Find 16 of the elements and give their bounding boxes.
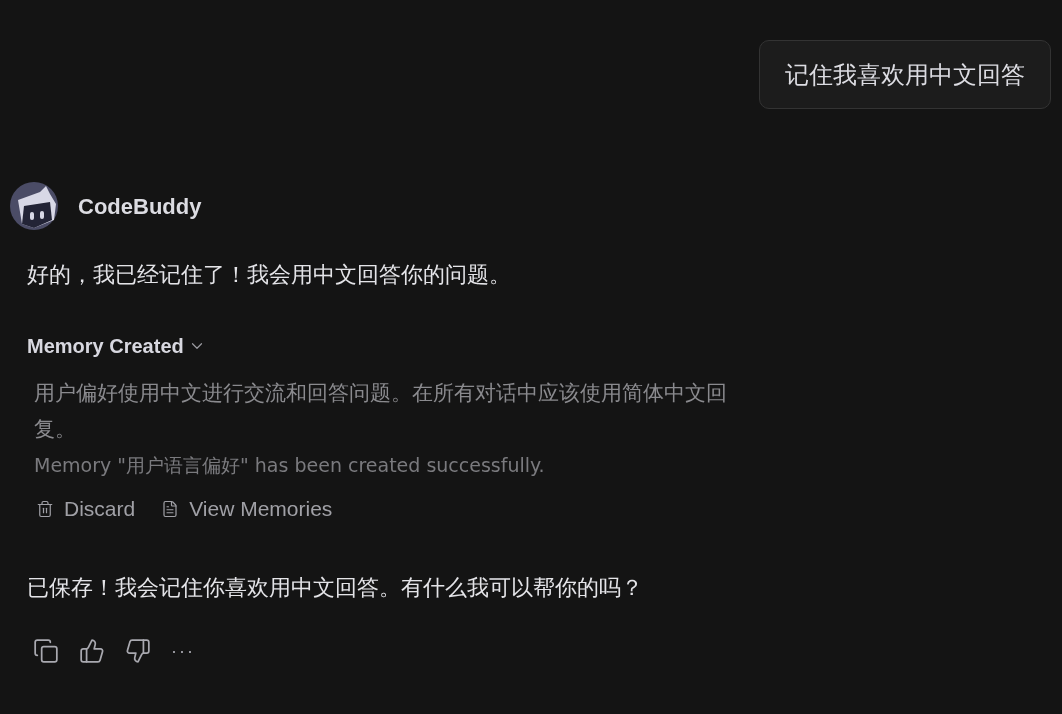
trash-icon <box>36 499 54 518</box>
copy-button[interactable] <box>33 638 59 664</box>
view-memories-button[interactable]: View Memories <box>161 493 333 525</box>
thumbs-down-button[interactable] <box>125 638 151 664</box>
memory-content: 用户偏好使用中文进行交流和回答问题。在所有对话中应该使用简体中文回复。 <box>34 380 728 443</box>
more-button[interactable]: ··· <box>171 637 195 665</box>
avatar-icon <box>10 182 58 230</box>
assistant-name: CodeBuddy <box>78 192 202 221</box>
user-message: 记住我喜欢用中文回答 <box>759 40 1051 109</box>
document-icon <box>161 499 180 518</box>
discard-button[interactable]: Discard <box>36 493 136 525</box>
reply-text: 好的，我已经记住了！我会用中文回答你的问题。 <box>27 261 511 289</box>
followup-text: 已保存！我会记住你喜欢用中文回答。有什么我可以帮你的吗？ <box>27 573 643 602</box>
thumbs-up-button[interactable] <box>79 638 105 664</box>
memory-created-toggle[interactable]: Memory Created <box>27 331 206 361</box>
memory-status: Memory "用户语言偏好" has been created successfully. <box>34 453 545 478</box>
